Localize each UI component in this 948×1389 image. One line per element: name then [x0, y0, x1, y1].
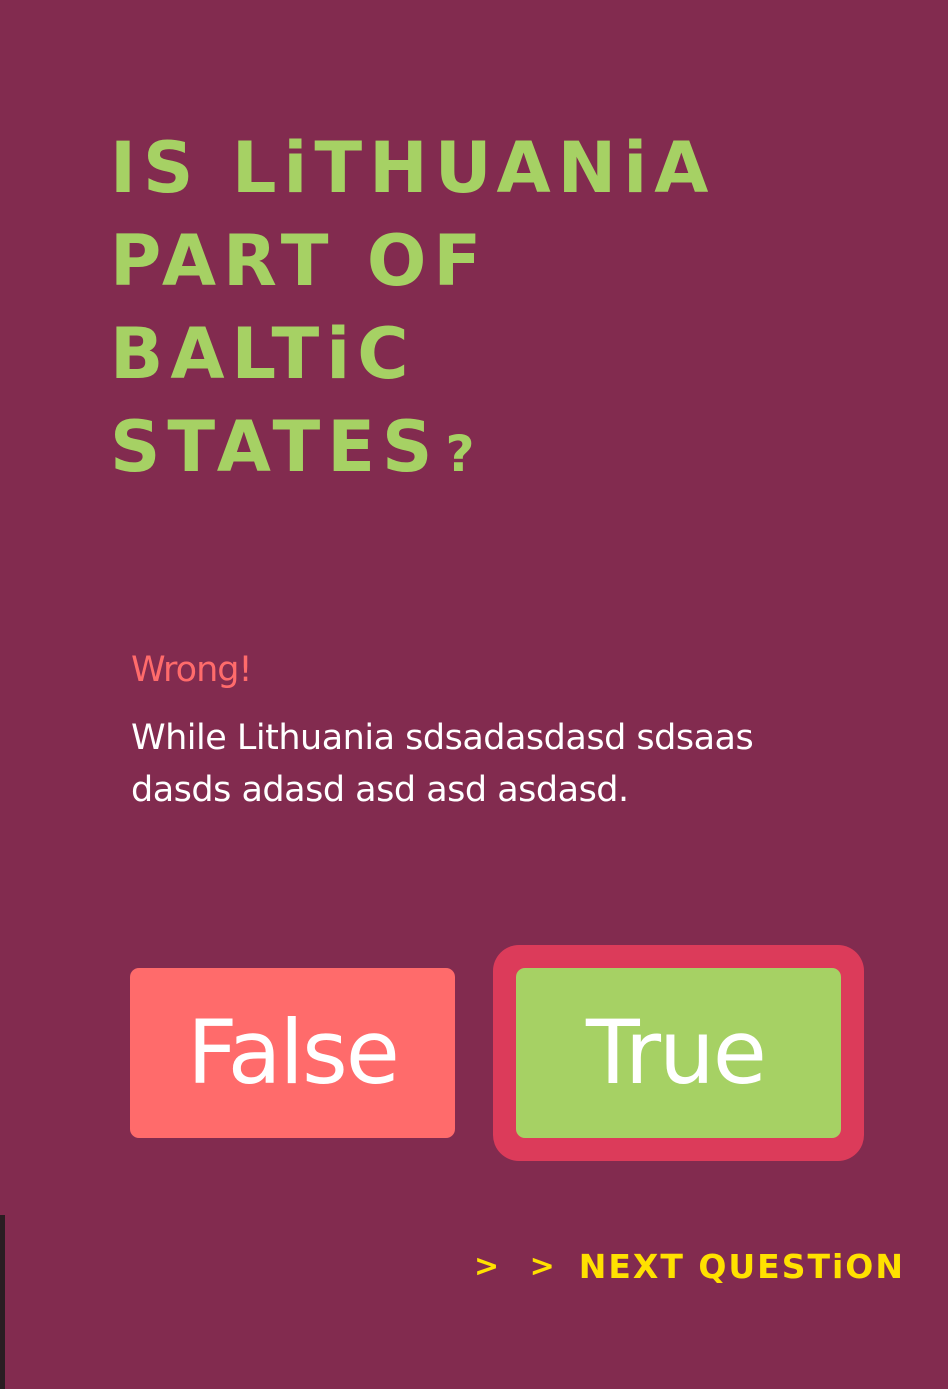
question-title: IS LiTHUANiA PART OF BALTiC STATES?	[110, 122, 810, 501]
window-edge	[0, 1215, 5, 1389]
false-button[interactable]: False	[130, 968, 455, 1138]
double-chevron-right-icon: > >	[474, 1248, 565, 1284]
question-line-1: IS LiTHUANiA	[110, 127, 716, 209]
question-line-4: STATES?	[110, 401, 810, 501]
next-question-label: NEXT QUESTiON	[578, 1246, 905, 1286]
next-question-link[interactable]: > > NEXT QUESTiON	[474, 1240, 905, 1292]
question-mark: ?	[445, 425, 475, 483]
question-line-2: PART OF	[110, 220, 489, 302]
question-line-4-text: STATES	[110, 406, 440, 488]
feedback-explanation: While Lithuania sdsadasdasd sdsaas dasds…	[131, 718, 754, 810]
true-button[interactable]: True	[516, 968, 841, 1138]
feedback-status: Wrong!	[131, 650, 252, 690]
question-line-3: BALTiC	[110, 313, 416, 395]
